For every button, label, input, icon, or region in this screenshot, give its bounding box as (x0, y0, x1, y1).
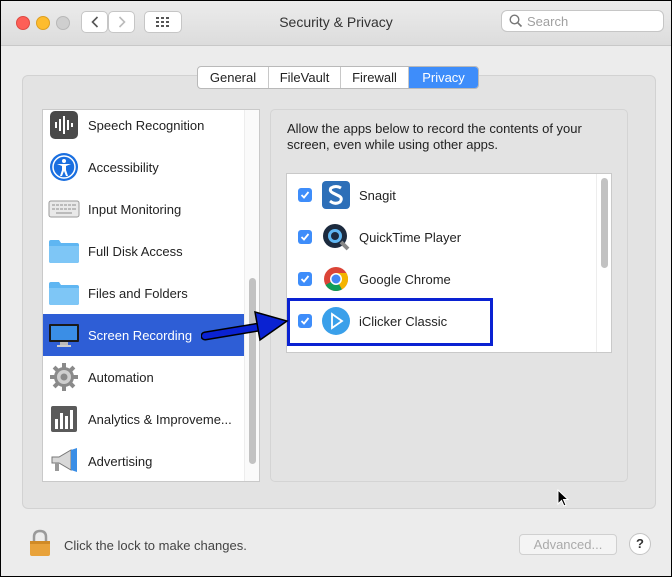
privacy-category-list[interactable]: Speech Recognition Accessibility Input M… (42, 109, 260, 482)
app-name: Snagit (359, 187, 396, 203)
checkmark-icon (300, 233, 310, 241)
sidebar-item-label: Screen Recording (88, 327, 193, 343)
app-list-scrollbar-thumb[interactable] (601, 178, 608, 268)
chrome-icon (321, 264, 351, 294)
tab-privacy[interactable]: Privacy (409, 67, 478, 88)
sidebar-item-label: Accessibility (88, 159, 159, 175)
app-name: Google Chrome (359, 271, 451, 287)
sidebar-item-label: Analytics & Improveme... (88, 411, 232, 427)
lock-icon[interactable] (28, 529, 52, 557)
sidebar-item-input-monitoring[interactable]: Input Monitoring (43, 188, 245, 230)
mouse-cursor-icon (557, 489, 569, 507)
sidebar-item-label: Speech Recognition (88, 117, 205, 133)
display-icon (48, 319, 80, 351)
app-name: QuickTime Player (359, 229, 462, 245)
list-item-quicktime[interactable]: QuickTime Player (287, 216, 597, 258)
tab-general[interactable]: General (198, 67, 269, 88)
sidebar-item-label: Full Disk Access (88, 243, 183, 259)
checkmark-icon (300, 191, 310, 199)
sidebar-item-label: Advertising (88, 453, 153, 469)
tab-bar: General FileVault Firewall Privacy (197, 66, 479, 89)
keyboard-icon (48, 193, 80, 225)
sidebar-item-label: Files and Folders (88, 285, 188, 301)
sidebar-item-speech-recognition[interactable]: Speech Recognition (43, 110, 245, 146)
advanced-button[interactable]: Advanced... (519, 534, 617, 555)
quicktime-icon (321, 222, 351, 252)
accessibility-icon (48, 151, 80, 183)
preferences-window: Security & Privacy Search General FileVa… (0, 0, 672, 577)
list-item-snagit[interactable]: Snagit (287, 174, 597, 216)
google-chrome-checkbox[interactable] (298, 272, 312, 286)
lock-message: Click the lock to make changes. (64, 538, 247, 553)
sidebar-item-advertising[interactable]: Advertising (43, 440, 245, 481)
tab-firewall[interactable]: Firewall (341, 67, 409, 88)
sidebar-item-analytics[interactable]: Analytics & Improveme... (43, 398, 245, 440)
search-field[interactable]: Search (501, 10, 664, 32)
sidebar-item-label: Automation (88, 369, 154, 385)
search-placeholder: Search (527, 13, 569, 29)
folder-icon (48, 277, 80, 309)
megaphone-icon (48, 445, 80, 477)
title-bar: Security & Privacy Search (1, 1, 671, 46)
sidebar-scrollbar[interactable] (244, 110, 259, 481)
tab-filevault[interactable]: FileVault (269, 67, 341, 88)
sidebar-item-accessibility[interactable]: Accessibility (43, 146, 245, 188)
quicktime-checkbox[interactable] (298, 230, 312, 244)
folder-icon (48, 235, 80, 267)
snagit-icon (321, 180, 351, 210)
sidebar-item-automation[interactable]: Automation (43, 356, 245, 398)
help-button[interactable]: ? (629, 533, 651, 555)
annotation-highlight-box (287, 298, 493, 346)
sidebar-item-label: Input Monitoring (88, 201, 182, 217)
sidebar-item-full-disk-access[interactable]: Full Disk Access (43, 230, 245, 272)
checkmark-icon (300, 275, 310, 283)
gear-icon (48, 361, 80, 393)
speech-recognition-icon (48, 110, 80, 141)
list-item-google-chrome[interactable]: Google Chrome (287, 258, 597, 300)
search-icon (509, 14, 523, 28)
snagit-checkbox[interactable] (298, 188, 312, 202)
screen-recording-description: Allow the apps below to record the conte… (287, 121, 582, 152)
analytics-icon (48, 403, 80, 435)
app-list-scrollbar[interactable] (596, 174, 611, 352)
annotation-arrow-icon (201, 310, 289, 342)
